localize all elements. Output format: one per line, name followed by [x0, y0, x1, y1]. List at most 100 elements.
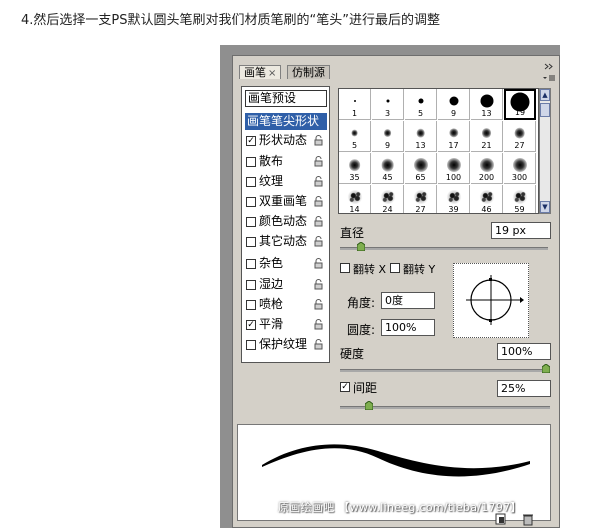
- option-item[interactable]: 喷枪: [245, 296, 329, 313]
- brush-tip-cell[interactable]: 27: [405, 185, 437, 214]
- brush-tip-size: 35: [349, 173, 360, 182]
- option-item[interactable]: ✓ 平滑: [245, 316, 329, 333]
- angle-roundness-widget[interactable]: [453, 263, 529, 338]
- tab-brush[interactable]: 画笔 ×: [239, 65, 282, 79]
- option-label: 纹理: [259, 174, 284, 188]
- brush-tip-cell[interactable]: 300: [504, 153, 536, 184]
- brush-tip-cell[interactable]: 9: [372, 121, 404, 152]
- lock-icon[interactable]: [313, 135, 324, 146]
- diameter-slider[interactable]: [340, 247, 548, 250]
- lock-icon[interactable]: [313, 236, 324, 247]
- new-preset-icon: [495, 513, 506, 525]
- flip-y-option[interactable]: 翻转 Y: [389, 261, 441, 276]
- option-item[interactable]: 双重画笔: [245, 193, 329, 210]
- brush-tip-cell[interactable]: 65: [405, 153, 437, 184]
- option-checkbox[interactable]: [246, 197, 256, 207]
- brush-tip-cell[interactable]: 59: [504, 185, 536, 213]
- flip-y-label: 翻转 Y: [403, 263, 436, 276]
- brush-tip-cell[interactable]: 45: [372, 153, 404, 184]
- spacing-checkbox[interactable]: ✓: [340, 382, 350, 392]
- spacing-field[interactable]: 25%: [497, 380, 551, 397]
- brush-tip-preview: [478, 190, 495, 204]
- hardness-field[interactable]: 100%: [497, 343, 551, 360]
- option-item[interactable]: 散布: [245, 153, 329, 170]
- option-item[interactable]: 颜色动态: [245, 213, 329, 230]
- brush-tip-cell[interactable]: 24: [372, 185, 404, 213]
- brush-tip-cell[interactable]: 46: [471, 185, 503, 213]
- option-item[interactable]: 保护纹理: [245, 336, 329, 353]
- spacing-slider-knob[interactable]: [365, 401, 374, 410]
- option-checkbox[interactable]: [246, 280, 256, 290]
- brush-tip-size: 1: [351, 109, 358, 118]
- lock-icon[interactable]: [313, 156, 324, 167]
- option-checkbox[interactable]: ✓: [246, 320, 256, 330]
- brush-tip-cell[interactable]: 35: [339, 153, 371, 184]
- brush-tip-cell[interactable]: 17: [438, 121, 470, 152]
- brush-tip-preview: [480, 94, 493, 108]
- brush-tip-cell[interactable]: 13: [471, 89, 503, 120]
- brush-tip-cell[interactable]: 27: [504, 121, 536, 152]
- option-checkbox[interactable]: ✓: [246, 136, 256, 146]
- option-checkbox[interactable]: [246, 259, 256, 269]
- angle-field[interactable]: 0度: [381, 292, 435, 309]
- scroll-thumb[interactable]: [540, 103, 550, 117]
- option-checkbox[interactable]: [246, 177, 256, 187]
- panel-menu-icon[interactable]: [542, 63, 556, 85]
- brush-tip-cell[interactable]: 200: [471, 153, 503, 184]
- brush-presets-button[interactable]: 画笔预设: [245, 90, 327, 107]
- option-checkbox[interactable]: [246, 340, 256, 350]
- option-brush-tip-shape[interactable]: 画笔笔尖形状: [245, 113, 327, 130]
- brush-tip-preview: [413, 158, 428, 172]
- brush-tip-cell[interactable]: 5: [405, 89, 437, 120]
- option-checkbox[interactable]: [246, 300, 256, 310]
- option-checkbox[interactable]: [246, 237, 256, 247]
- lock-icon[interactable]: [313, 258, 324, 269]
- diameter-label: 直径: [340, 226, 365, 240]
- brush-grid-scrollbar[interactable]: ▲ ▼: [539, 88, 551, 214]
- lock-icon[interactable]: [313, 196, 324, 207]
- brush-tip-size: 100: [445, 173, 462, 182]
- flip-y-checkbox[interactable]: [390, 263, 400, 273]
- diameter-field[interactable]: 19 px: [491, 222, 551, 239]
- spacing-option[interactable]: ✓ 间距: [339, 379, 399, 395]
- brush-tip-preview: [448, 128, 459, 138]
- brush-tip-cell[interactable]: 21: [471, 121, 503, 152]
- brush-tip-cell[interactable]: 9: [438, 89, 470, 120]
- roundness-field[interactable]: 100%: [381, 319, 435, 336]
- option-checkbox[interactable]: [246, 157, 256, 167]
- option-item[interactable]: 其它动态: [245, 233, 329, 250]
- lock-icon[interactable]: [313, 176, 324, 187]
- flip-x-option[interactable]: 翻转 X: [339, 261, 391, 276]
- hardness-slider-knob[interactable]: [542, 364, 550, 373]
- brush-tip-cell[interactable]: 13: [405, 121, 437, 152]
- brush-tip-cell[interactable]: 100: [438, 153, 470, 184]
- brush-tip-cell[interactable]: 14: [339, 185, 371, 213]
- lock-icon[interactable]: [313, 279, 324, 290]
- diameter-slider-knob[interactable]: [356, 242, 365, 251]
- brush-tip-preview: [479, 158, 494, 172]
- brush-tip-cell[interactable]: 5: [339, 121, 371, 152]
- option-label: 平滑: [259, 317, 284, 331]
- lock-icon[interactable]: [313, 339, 324, 350]
- lock-icon[interactable]: [313, 319, 324, 330]
- scroll-up-arrow-icon[interactable]: ▲: [540, 89, 550, 101]
- brush-tip-cell[interactable]: 39: [438, 185, 470, 213]
- option-item[interactable]: 湿边: [245, 276, 329, 293]
- tab-clone-source[interactable]: 仿制源: [287, 65, 330, 79]
- brush-tip-cell[interactable]: 19: [504, 89, 536, 120]
- tab-close-icon[interactable]: ×: [268, 68, 276, 79]
- brush-tip-size: 27: [415, 205, 426, 214]
- scroll-down-arrow-icon[interactable]: ▼: [540, 201, 550, 213]
- flip-x-checkbox[interactable]: [340, 263, 350, 273]
- brush-tip-preview: [381, 158, 394, 172]
- brush-tip-cell[interactable]: 1: [339, 89, 371, 120]
- brush-tip-preview: [353, 100, 356, 102]
- hardness-slider[interactable]: [340, 369, 550, 372]
- brush-tip-cell[interactable]: 3: [372, 89, 404, 120]
- option-item[interactable]: 纹理: [245, 173, 329, 190]
- option-item[interactable]: ✓ 形状动态: [245, 132, 329, 149]
- lock-icon[interactable]: [313, 299, 324, 310]
- lock-icon[interactable]: [313, 216, 324, 227]
- option-checkbox[interactable]: [246, 217, 256, 227]
- option-item[interactable]: 杂色: [245, 255, 329, 272]
